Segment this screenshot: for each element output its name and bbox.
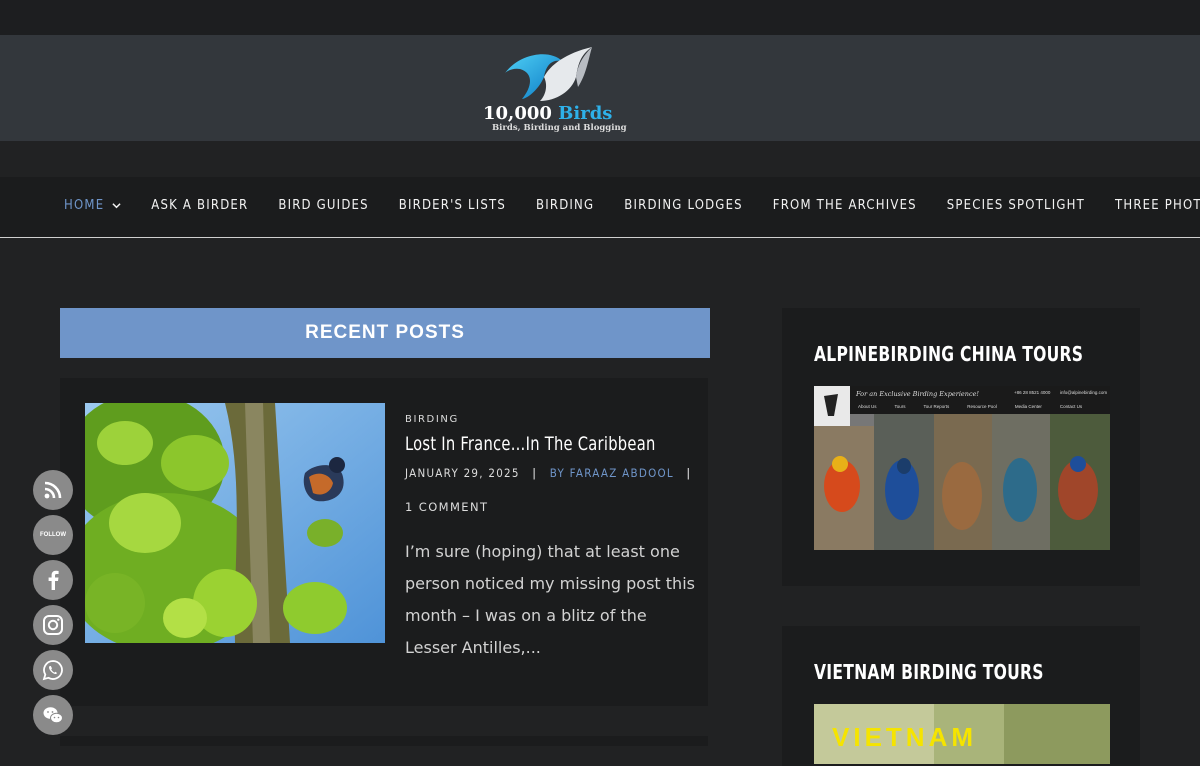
wechat-icon xyxy=(43,707,63,724)
ad-tagline: For an Exclusive Birding Experience! xyxy=(856,390,980,398)
widget-title: VIETNAM BIRDING TOURS xyxy=(814,660,1044,684)
rss-button[interactable] xyxy=(33,470,73,510)
top-bar xyxy=(0,0,1200,35)
bird-photo-image xyxy=(85,403,385,643)
alpinebirding-ad-banner[interactable]: For an Exclusive Birding Experience! +86… xyxy=(814,386,1110,550)
post-author[interactable]: BY FARAAZ ABDOOL xyxy=(550,466,674,480)
nav-item-home[interactable]: HOME xyxy=(64,198,121,213)
ad-menu-item: Contact Us xyxy=(1059,404,1083,409)
site-header: 10,000 Birds Birds, Birding and Blogging xyxy=(0,35,1200,141)
sidebar-widget-vietnam: VIETNAM BIRDING TOURS VIETNAM xyxy=(782,626,1140,766)
ad-email: info@alpinebirding.com xyxy=(1060,390,1108,395)
post-excerpt: I’m sure (hoping) that at least one pers… xyxy=(405,542,695,657)
nav-item-ask-a-birder[interactable]: ASK A BIRDER xyxy=(151,198,248,213)
nav-item-birding-lodges[interactable]: BIRDING LODGES xyxy=(624,198,743,213)
ad-menu-item: Tours xyxy=(894,404,906,409)
ad-image xyxy=(814,386,1110,550)
meta-separator: | xyxy=(686,466,692,480)
nav-item-bird-guides[interactable]: BIRD GUIDES xyxy=(278,198,368,213)
post-title[interactable]: Lost In France…In The Caribbean xyxy=(405,433,656,455)
nav-item-birding[interactable]: BIRDING xyxy=(536,198,594,213)
post-card-next xyxy=(60,736,708,746)
post-date[interactable]: JANUARY 29, 2025 xyxy=(405,466,520,480)
ad-menu: About Us Tours Tour Reports Resource Poo… xyxy=(858,404,1082,409)
header-spacer xyxy=(0,141,1200,177)
follow-icon: FOLLOW xyxy=(40,532,66,538)
follow-button[interactable]: FOLLOW xyxy=(33,515,73,555)
whatsapp-icon xyxy=(42,660,63,681)
widget-title: ALPINEBIRDING CHINA TOURS xyxy=(814,342,1084,366)
ad-menu-item: About Us xyxy=(858,404,877,409)
whatsapp-button[interactable] xyxy=(33,650,73,690)
ad-banner-text: VIETNAM xyxy=(832,722,977,752)
ad-phone: +86 28 8521 4000 xyxy=(1014,390,1051,395)
ad-menu-item: Media Center xyxy=(1014,404,1042,409)
nav-item-three-photos[interactable]: THREE PHOTOS xyxy=(1115,198,1200,213)
site-logo[interactable]: 10,000 Birds Birds, Birding and Blogging xyxy=(480,43,627,137)
post-thumbnail[interactable] xyxy=(85,403,385,643)
meta-separator: | xyxy=(532,466,538,480)
vietnam-ad-banner[interactable]: VIETNAM xyxy=(814,704,1110,764)
facebook-icon xyxy=(48,570,59,590)
bird-logo-icon xyxy=(505,47,592,101)
post-meta: JANUARY 29, 2025 | BY FARAAZ ABDOOL | xyxy=(405,466,704,480)
nav-item-species-spotlight[interactable]: SPECIES SPOTLIGHT xyxy=(947,198,1085,213)
chevron-down-icon[interactable] xyxy=(112,201,121,210)
post-category[interactable]: BIRDING xyxy=(405,414,459,425)
recent-posts-heading: RECENT POSTS xyxy=(60,308,710,358)
ad-menu-item: Tour Reports xyxy=(923,404,950,409)
facebook-button[interactable] xyxy=(33,560,73,600)
nav-item-birders-lists[interactable]: BIRDER'S LISTS xyxy=(399,198,506,213)
wechat-button[interactable] xyxy=(33,695,73,735)
nav-item-from-the-archives[interactable]: FROM THE ARCHIVES xyxy=(773,198,917,213)
post-comments-link[interactable]: 1 COMMENT xyxy=(405,500,488,514)
rss-icon xyxy=(44,481,62,499)
instagram-button[interactable] xyxy=(33,605,73,645)
instagram-icon xyxy=(43,615,63,635)
post-card: BIRDING Lost In France…In The Caribbean … xyxy=(60,378,708,706)
sidebar-widget-alpinebirding: ALPINEBIRDING CHINA TOURS For an Exclusi… xyxy=(782,308,1140,586)
logo-tagline: Birds, Birding and Blogging xyxy=(492,123,627,133)
logo-wordmark: 10,000 Birds xyxy=(483,103,613,124)
main-navigation: HOME ASK A BIRDER BIRD GUIDES BIRDER'S L… xyxy=(0,177,1200,238)
ad-menu-item: Resource Pool xyxy=(967,404,997,409)
